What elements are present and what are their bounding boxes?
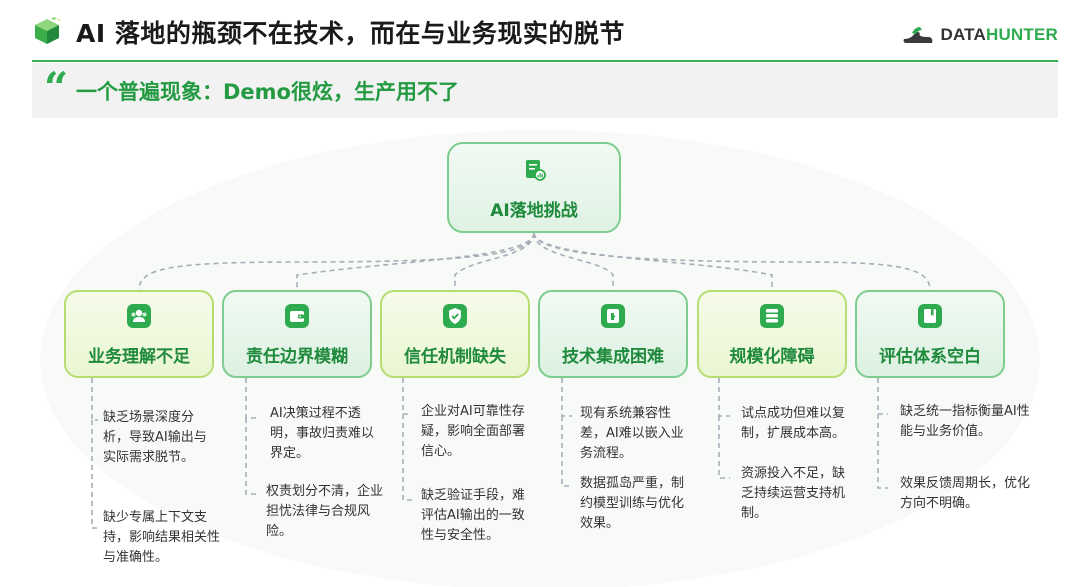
- category-label: 业务理解不足: [88, 347, 190, 367]
- category-point: 缺乏场景深度分析，导致AI输出与实际需求脱节。: [103, 410, 207, 465]
- category-label: 规模化障碍: [729, 347, 815, 367]
- category-point: 资源投入不足，缺乏持续运营支持机制。: [741, 466, 846, 521]
- category-point: 权责划分不清，企业担忧法律与合规风险。: [266, 484, 384, 539]
- category-label: 评估体系空白: [879, 347, 981, 367]
- stack-icon: [760, 304, 784, 328]
- category-evaluation: 评估体系空白: [855, 290, 1005, 378]
- category-point: 现有系统兼容性差，AI难以嵌入业务流程。: [580, 406, 684, 461]
- category-point: 效果反馈周期长，优化方向不明确。: [900, 476, 1031, 511]
- category-point: 数据孤岛严重，制约模型训练与优化效果。: [580, 476, 685, 531]
- category-label: 技术集成困难: [562, 347, 664, 367]
- category-integration: 技术集成困难: [538, 290, 688, 378]
- puzzle-card-icon: [601, 304, 625, 328]
- shield-check-icon: [443, 304, 467, 328]
- category-point: 企业对AI可靠性存疑，影响全面部署信心。: [421, 404, 526, 459]
- category-point: 缺乏验证手段，难评估AI输出的一致性与安全性。: [421, 488, 526, 543]
- category-point: 试点成功但难以复制，扩展成本高。: [741, 406, 846, 441]
- root-label: AI落地挑战: [490, 201, 578, 221]
- category-label: 责任边界模糊: [246, 347, 348, 367]
- category-trust: 信任机制缺失: [380, 290, 530, 378]
- category-business-understanding: 业务理解不足: [64, 290, 214, 378]
- root-node: AI落地挑战: [447, 142, 621, 233]
- category-point: AI决策过程不透明，事故归责难以界定。: [270, 406, 375, 461]
- category-scaling: 规模化障碍: [697, 290, 847, 378]
- category-point: 缺少专属上下文支持，影响结果相关性与准确性。: [103, 510, 221, 565]
- category-point: 缺乏统一指标衡量AI性能与业务价值。: [900, 404, 1030, 439]
- book-icon: [918, 304, 942, 328]
- category-responsibility: 责任边界模糊: [222, 290, 372, 378]
- people-icon: [127, 304, 151, 328]
- category-label: 信任机制缺失: [404, 347, 506, 367]
- document-chart-icon: [526, 160, 546, 181]
- wallet-icon: [285, 304, 309, 328]
